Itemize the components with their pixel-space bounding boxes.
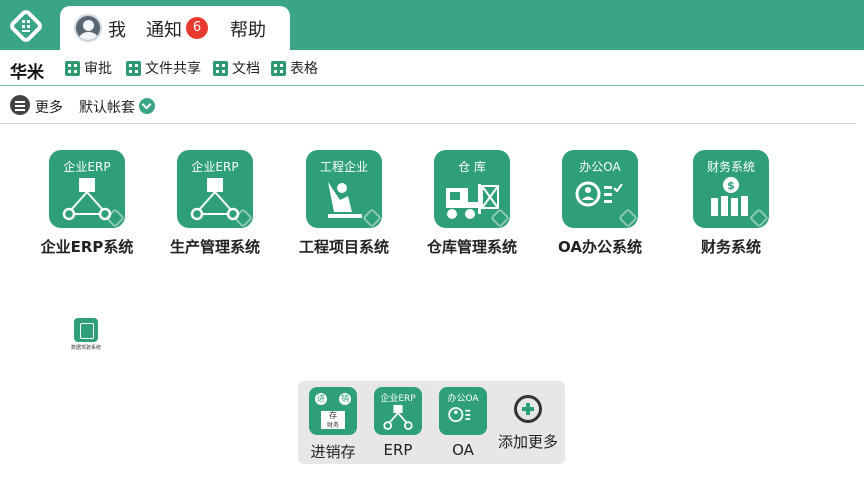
grid-icon: [213, 60, 228, 76]
link-label: 文档: [232, 61, 260, 77]
dock-item-inventory[interactable]: 进 销 存 财务 进销存: [303, 387, 363, 462]
app-label: 企业ERP系统: [40, 238, 134, 256]
dock-label: 进销存: [310, 443, 356, 461]
finance-chart-icon: 财务系统 $: [693, 150, 769, 228]
link-label: 审批: [84, 61, 112, 77]
app-engineering-project[interactable]: 工程企业 工程项目系统: [279, 150, 409, 257]
top-bar: 我 通知 6 帮助: [0, 0, 864, 50]
dock-item-erp[interactable]: 企业ERP ERP: [368, 387, 428, 459]
forklift-icon: 仓 库: [434, 150, 510, 228]
app-label: 数据驾驶系统: [70, 345, 101, 351]
chevron-down-icon[interactable]: [139, 98, 155, 114]
link-label: 表格: [290, 61, 318, 77]
account-selector[interactable]: 默认帐套: [79, 97, 135, 117]
tab-notifications[interactable]: 通知: [146, 16, 182, 42]
app-data-cockpit[interactable]: 数据驾驶系统: [68, 318, 104, 351]
dock-label: 添加更多: [497, 433, 558, 451]
app-label: 财务系统: [700, 238, 761, 256]
link-approval[interactable]: 审批: [65, 59, 112, 77]
notification-badge: 6: [186, 17, 208, 39]
link-file-share[interactable]: 文件共享: [126, 59, 201, 77]
more-menu[interactable]: 更多: [35, 97, 63, 117]
icon-caption: 企业ERP: [63, 160, 111, 174]
grid-icon: [65, 60, 80, 76]
id-card-icon: 办公OA: [439, 387, 487, 435]
app-production-management[interactable]: 企业ERP 生产管理系统: [150, 150, 280, 257]
tab-me[interactable]: 我: [108, 16, 126, 42]
link-documents[interactable]: 文档: [213, 59, 260, 77]
svg-text:$: $: [727, 179, 735, 192]
erp-icon: 企业ERP: [49, 150, 125, 228]
grid-icon: [271, 60, 286, 76]
user-avatar-icon[interactable]: [74, 14, 102, 42]
app-finance[interactable]: 财务系统 $ 财务系统: [666, 150, 796, 257]
dock: 进 销 存 财务 进销存 企业ERP ERP 办公OA OA 添加更多: [298, 381, 565, 464]
add-more-button[interactable]: 添加更多: [496, 387, 560, 452]
data-cockpit-icon: [74, 318, 98, 342]
id-card-icon: 办公OA: [562, 150, 638, 228]
icon-caption: 财务系统: [706, 160, 755, 174]
quick-links-bar: 华米 审批 文件共享 文档 表格: [0, 50, 864, 86]
app-label: OA办公系统: [558, 238, 642, 256]
app-warehouse-management[interactable]: 仓 库 仓库管理系统: [407, 150, 537, 257]
erp-icon: 企业ERP: [374, 387, 422, 435]
worker-icon: 工程企业: [306, 150, 382, 228]
icon-caption: 工程企业: [319, 160, 368, 174]
icon-caption: 办公OA: [579, 160, 621, 174]
dock-item-oa[interactable]: 办公OA OA: [433, 387, 493, 459]
app-label: 工程项目系统: [298, 238, 389, 256]
link-label: 文件共享: [145, 61, 201, 77]
user-tab-group: 我 通知 6 帮助: [60, 6, 290, 50]
tab-help[interactable]: 帮助: [230, 16, 266, 42]
dock-label: OA: [452, 441, 474, 459]
icon-caption: 企业ERP: [191, 160, 239, 174]
app-label: 仓库管理系统: [426, 238, 517, 256]
org-name[interactable]: 华米: [10, 58, 44, 83]
grid-icon: [126, 60, 141, 76]
erp-icon: 企业ERP: [177, 150, 253, 228]
icon-caption: 仓 库: [458, 160, 486, 174]
app-enterprise-erp[interactable]: 企业ERP 企业ERP系统: [22, 150, 152, 257]
context-bar: 更多 默认帐套: [0, 88, 856, 124]
app-label: 生产管理系统: [169, 238, 260, 256]
menu-icon[interactable]: [10, 95, 30, 115]
app-logo-icon[interactable]: [8, 8, 44, 44]
inventory-icon: 进 销 存 财务: [309, 387, 357, 435]
app-oa-office[interactable]: 办公OA OA办公系统: [535, 150, 665, 257]
dock-label: ERP: [383, 441, 413, 459]
link-spreadsheets[interactable]: 表格: [271, 59, 318, 77]
add-circle-icon: [514, 395, 542, 423]
